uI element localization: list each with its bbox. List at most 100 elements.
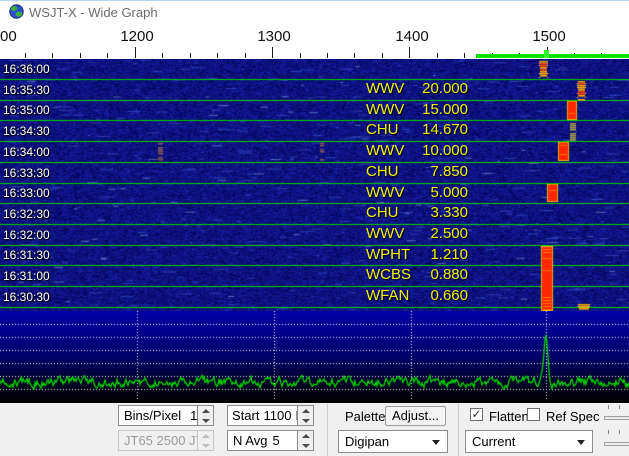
spin-down-button[interactable] — [298, 441, 313, 451]
down-arrow-icon — [202, 419, 210, 423]
bins-per-pixel-spinbox[interactable]: Bins/Pixel 1 — [118, 405, 214, 426]
station-label: WWV5.000 — [366, 186, 468, 200]
gain-slider[interactable] — [604, 416, 629, 420]
title-bar[interactable]: WSJT-X - Wide Graph — [0, 1, 629, 23]
station-frequency-mhz: 5.000 — [430, 186, 468, 200]
dropdown-arrow-icon — [577, 440, 585, 445]
station-label: WWV15.000 — [366, 103, 468, 117]
station-callsign: WFAN — [366, 289, 409, 303]
up-arrow-icon — [202, 409, 210, 413]
scale-tick — [80, 53, 81, 58]
n-avg-prefix: N Avg — [233, 433, 267, 448]
window-title: WSJT-X - Wide Graph — [29, 5, 158, 20]
spin-down-button[interactable] — [198, 416, 213, 426]
scale-tick — [107, 53, 108, 58]
zero-slider[interactable] — [604, 442, 629, 446]
station-callsign: CHU — [366, 165, 399, 179]
waterfall-timestamp: 16:33:30 — [3, 167, 50, 179]
n-avg-value: 5 — [272, 433, 279, 448]
scale-tick — [354, 53, 355, 58]
scale-tick — [135, 47, 136, 58]
control-panel: Bins/Pixel 1 Start 1100 Hz JT65 2500 — [0, 403, 629, 456]
flatten-checkbox[interactable]: ✓ — [470, 408, 483, 421]
start-hz-field[interactable]: Start 1100 Hz — [227, 405, 298, 426]
station-frequency-mhz: 1.210 — [430, 248, 468, 262]
station-frequency-mhz: 0.660 — [430, 289, 468, 303]
scale-tick — [52, 53, 53, 58]
waterfall-timestamp: 16:34:00 — [3, 146, 50, 158]
waterfall-timestamp: 16:32:00 — [3, 229, 50, 241]
ref-spec-checkbox[interactable] — [527, 408, 540, 421]
scale-label: 1400 — [395, 28, 428, 45]
palette-combobox[interactable]: Digipan — [338, 430, 448, 453]
station-callsign: WWV — [366, 82, 404, 96]
bins-per-pixel-field[interactable]: Bins/Pixel 1 — [118, 405, 198, 426]
separator — [327, 404, 328, 456]
spin-down-button — [198, 441, 213, 451]
up-arrow-icon — [202, 434, 210, 438]
scale-tick — [300, 53, 301, 58]
station-label: CHU14.670 — [366, 123, 468, 137]
scale-tick — [25, 53, 26, 58]
bins-per-pixel-spinner[interactable] — [198, 405, 214, 426]
scale-tick — [162, 53, 163, 58]
spin-up-button[interactable] — [298, 406, 313, 416]
waterfall-timestamp: 16:31:00 — [3, 270, 50, 282]
scale-tick — [217, 53, 218, 58]
waterfall-timestamp: 16:33:00 — [3, 187, 50, 199]
scale-tick — [190, 53, 191, 58]
start-hz-spinbox[interactable]: Start 1100 Hz — [227, 405, 314, 426]
waterfall-timestamp: 16:31:30 — [3, 249, 50, 261]
waterfall-canvas[interactable] — [0, 59, 629, 311]
n-avg-field[interactable]: N Avg 5 — [227, 430, 298, 451]
bins-per-pixel-value: 1 — [190, 408, 197, 423]
spin-up-button[interactable] — [198, 406, 213, 416]
start-hz-prefix: Start — [232, 408, 259, 423]
scale-tick — [327, 53, 328, 58]
station-label: WFAN 0.660 — [366, 289, 468, 303]
waterfall-timestamp: 16:30:30 — [3, 291, 50, 303]
gain-slider-tick — [608, 405, 609, 409]
n-avg-spinner[interactable] — [298, 430, 314, 451]
waterfall-timestamp: 16:34:30 — [3, 125, 50, 137]
start-hz-spinner[interactable] — [298, 405, 314, 426]
spectrum-type-combobox[interactable]: Current — [465, 430, 593, 453]
station-label: WWV 20.000 — [366, 82, 468, 96]
jt65-jt9-split-field: JT65 2500 JT9 — [118, 430, 198, 451]
frequency-scale[interactable]: 001200130014001500 — [0, 23, 629, 59]
bins-per-pixel-prefix: Bins/Pixel — [124, 408, 181, 423]
spectrum-canvas[interactable] — [0, 311, 629, 403]
station-callsign: WWV — [366, 103, 404, 117]
flatten-label: Flatten — [489, 409, 529, 424]
down-arrow-icon — [302, 444, 310, 448]
jt65-jt9-split-spinbox: JT65 2500 JT9 — [118, 430, 214, 451]
waterfall-timestamp: 16:35:00 — [3, 104, 50, 116]
up-arrow-icon — [302, 409, 310, 413]
station-callsign: WPHT — [366, 248, 410, 262]
spin-down-button[interactable] — [298, 416, 313, 426]
station-frequency-mhz: 3.330 — [430, 206, 468, 220]
palette-selected-value: Digipan — [345, 434, 389, 449]
spin-up-button[interactable] — [298, 431, 313, 441]
station-label: CHU7.850 — [366, 165, 468, 179]
scale-label: 00 — [0, 28, 17, 45]
wsjtx-globe-icon — [9, 4, 24, 19]
start-hz-value: 1100 — [263, 408, 291, 423]
station-frequency-mhz: 14.670 — [422, 123, 468, 137]
palette-adjust-button[interactable]: Adjust... — [385, 406, 446, 426]
separator — [458, 404, 459, 456]
scale-tick — [245, 53, 246, 58]
station-frequency-mhz: 20.000 — [422, 82, 468, 96]
station-label: WCBS0.880 — [366, 268, 468, 282]
station-label: WWV10.000 — [366, 144, 468, 158]
waterfall: 16:36:0016:35:3016:35:0016:34:3016:34:00… — [0, 59, 629, 311]
station-callsign: WWV — [366, 144, 404, 158]
jt65-jt9-split-text: JT65 2500 JT9 — [124, 433, 198, 448]
n-avg-spinbox[interactable]: N Avg 5 — [227, 430, 314, 451]
band-indicator-bar — [476, 54, 629, 58]
zero-slider-tick — [619, 430, 620, 434]
jt65-jt9-split-spinner — [198, 430, 214, 451]
spectrum-type-selected-value: Current — [472, 434, 515, 449]
scale-tick — [464, 53, 465, 58]
station-callsign: CHU — [366, 206, 399, 220]
